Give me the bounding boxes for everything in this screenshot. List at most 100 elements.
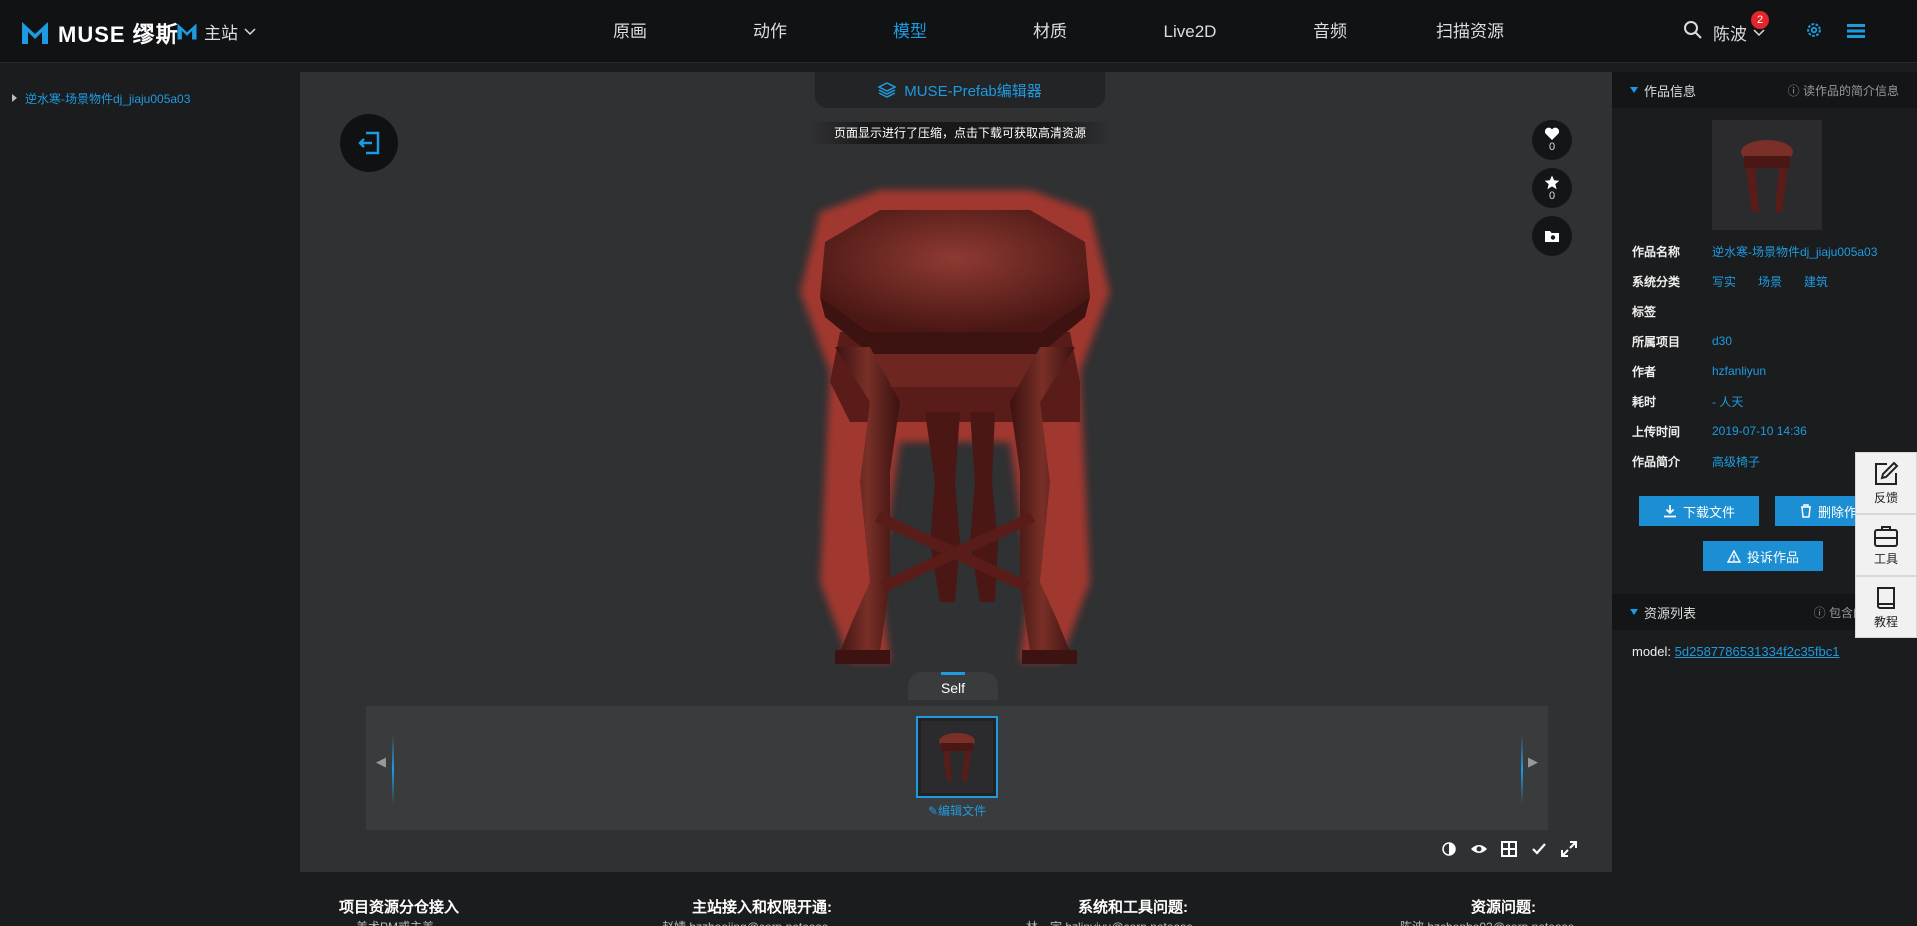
- exit-icon: [358, 131, 380, 155]
- site-switcher-label: 主站: [204, 24, 238, 43]
- report-work-label: 投诉作品: [1746, 549, 1799, 565]
- warning-icon: [1726, 549, 1741, 563]
- fullscreen-icon[interactable]: [1560, 840, 1578, 858]
- floating-toolbox: 反馈 工具 教程: [1855, 452, 1917, 638]
- tools-button[interactable]: 工具: [1855, 514, 1917, 576]
- muse-site-icon: [177, 23, 197, 40]
- edit-icon: [1875, 461, 1899, 485]
- info-key: 作品名称: [1632, 244, 1681, 259]
- info-row-category: 系统分类 写实 场景 建筑: [1612, 266, 1917, 296]
- footer-contact[interactable]: 林一宇 hzlinyiyu@corp.netease: [1026, 918, 1193, 926]
- self-tab[interactable]: Self: [908, 672, 998, 700]
- check-icon[interactable]: [1530, 840, 1548, 858]
- hamburger-menu-icon[interactable]: [1847, 23, 1865, 39]
- download-file-label: 下载文件: [1682, 504, 1735, 520]
- brand-name: MUSE 缪斯: [58, 22, 179, 47]
- footer-contact[interactable]: 陈波 hzchenbo02@corp.netease: [1400, 918, 1574, 926]
- gear-icon[interactable]: [1805, 21, 1823, 39]
- info-row-author: 作者 hzfanliyun: [1612, 356, 1917, 386]
- notification-badge[interactable]: 2: [1751, 11, 1769, 29]
- chevron-down-icon: [1753, 28, 1765, 36]
- model-viewer[interactable]: MUSE-Prefab编辑器 页面显示进行了压缩，点击下载可获取高清资源 0 0: [300, 72, 1612, 872]
- info-value[interactable]: hzfanliyun: [1712, 364, 1766, 378]
- info-icon: ⓘ: [1813, 605, 1829, 620]
- download-file-button[interactable]: 下载文件: [1639, 496, 1759, 526]
- resource-list-title: 资源列表: [1630, 603, 1696, 622]
- edit-file-label: 编辑文件: [938, 804, 987, 818]
- toolbox-icon: [1874, 525, 1898, 547]
- site-switcher[interactable]: 主站: [176, 19, 256, 44]
- info-row-name: 作品名称 逆水寒-场景物件dj_jiaju005a03: [1612, 236, 1917, 266]
- chevron-down-icon: [244, 27, 256, 35]
- caret-right-icon[interactable]: [12, 94, 17, 102]
- category-tag[interactable]: 写实: [1712, 275, 1736, 289]
- prefab-editor-tab[interactable]: MUSE-Prefab编辑器: [815, 72, 1105, 108]
- footer-title: 系统和工具问题:: [1078, 899, 1188, 916]
- nav-item-live2d[interactable]: Live2D: [1120, 0, 1260, 63]
- footer-contact[interactable]: 赵婧 hzzhaojing@corp.netease: [662, 918, 828, 926]
- report-work-button[interactable]: 投诉作品: [1703, 541, 1823, 571]
- category-tag[interactable]: 建筑: [1804, 275, 1828, 289]
- grid-icon[interactable]: [1500, 840, 1518, 858]
- muse-logo-icon: [22, 22, 48, 44]
- nav-item-yinpin[interactable]: 音频: [1260, 0, 1400, 63]
- tutorial-button[interactable]: 教程: [1855, 576, 1917, 638]
- compression-notice: 页面显示进行了压缩，点击下载可获取高清资源: [810, 122, 1110, 144]
- add-to-folder-button[interactable]: [1532, 216, 1572, 256]
- info-value: 2019-07-10 14:36: [1712, 424, 1807, 438]
- info-row-time-cost: 耗时 - 人天: [1612, 386, 1917, 416]
- prefab-thumbnail[interactable]: [916, 716, 998, 798]
- info-value[interactable]: d30: [1712, 334, 1732, 348]
- info-key: 标签: [1632, 304, 1657, 319]
- work-info-hint: ⓘ 读作品的简介信息: [1788, 82, 1899, 99]
- contrast-icon[interactable]: [1440, 840, 1458, 858]
- info-value: - 人天: [1712, 394, 1744, 409]
- info-key: 作品简介: [1632, 454, 1681, 469]
- edit-file-link[interactable]: ✎编辑文件: [916, 802, 998, 819]
- info-value[interactable]: 逆水寒-场景物件dj_jiaju005a03: [1712, 243, 1877, 260]
- prefab-editor-label: MUSE-Prefab编辑器: [904, 82, 1042, 100]
- nav-item-dongzuo[interactable]: 动作: [700, 0, 840, 63]
- exit-button[interactable]: [340, 114, 398, 172]
- main-nav: 原画 动作 模型 材质 Live2D 音频 扫描资源: [560, 0, 1540, 63]
- work-info-title: 作品信息: [1630, 81, 1696, 100]
- like-button[interactable]: 0: [1532, 120, 1572, 160]
- footer: 项目资源分仓接入 美术PM或主美 主站接入和权限开通: 赵婧 hzzhaojin…: [300, 888, 1612, 926]
- muse-logo[interactable]: MUSE 缪斯: [20, 17, 179, 49]
- nav-item-moxing[interactable]: 模型: [840, 0, 980, 63]
- resource-model-link[interactable]: 5d2587786531334f2c35fbc1: [1675, 644, 1840, 659]
- info-row-upload-time: 上传时间 2019-07-10 14:36: [1612, 416, 1917, 446]
- favorite-button[interactable]: 0: [1532, 168, 1572, 208]
- info-row-tags: 标签: [1612, 296, 1917, 326]
- stool-thumbnail-icon: [921, 721, 993, 793]
- prefab-thumbnail-strip: ◀ ✎编辑文件 ▶: [366, 706, 1548, 830]
- work-info-header[interactable]: 作品信息 ⓘ 读作品的简介信息: [1612, 72, 1917, 108]
- search-icon[interactable]: [1683, 20, 1703, 40]
- resource-type-label: model:: [1632, 644, 1672, 659]
- info-key: 上传时间: [1632, 424, 1681, 439]
- footer-contact: 美术PM或主美: [356, 918, 434, 926]
- strip-left-divider: [392, 734, 394, 804]
- eye-icon[interactable]: [1470, 840, 1488, 858]
- footer-title: 资源问题:: [1471, 899, 1536, 916]
- layers-icon: [878, 82, 897, 98]
- nav-item-saomiao[interactable]: 扫描资源: [1400, 0, 1540, 63]
- category-tag[interactable]: 场景: [1758, 275, 1782, 289]
- tutorial-label: 教程: [1873, 614, 1898, 629]
- info-value: 高级椅子: [1712, 454, 1761, 469]
- footer-title: 主站接入和权限开通:: [692, 899, 832, 916]
- nav-item-yuanhua[interactable]: 原画: [560, 0, 700, 63]
- strip-prev-button[interactable]: ◀: [372, 754, 390, 778]
- strip-right-divider: [1521, 734, 1523, 804]
- info-icon: ⓘ: [1787, 83, 1803, 98]
- nav-item-caizhi[interactable]: 材质: [980, 0, 1120, 63]
- heart-icon: [1544, 127, 1560, 140]
- footer-title: 项目资源分仓接入: [339, 899, 460, 916]
- feedback-button[interactable]: 反馈: [1855, 452, 1917, 514]
- info-key: 耗时: [1632, 394, 1657, 409]
- asset-tree: 逆水寒-场景物件dj_jiaju005a03: [0, 80, 300, 116]
- tree-item[interactable]: 逆水寒-场景物件dj_jiaju005a03: [0, 80, 300, 116]
- folder-icon: [1545, 231, 1559, 242]
- strip-next-button[interactable]: ▶: [1524, 754, 1542, 778]
- star-icon: [1544, 175, 1560, 189]
